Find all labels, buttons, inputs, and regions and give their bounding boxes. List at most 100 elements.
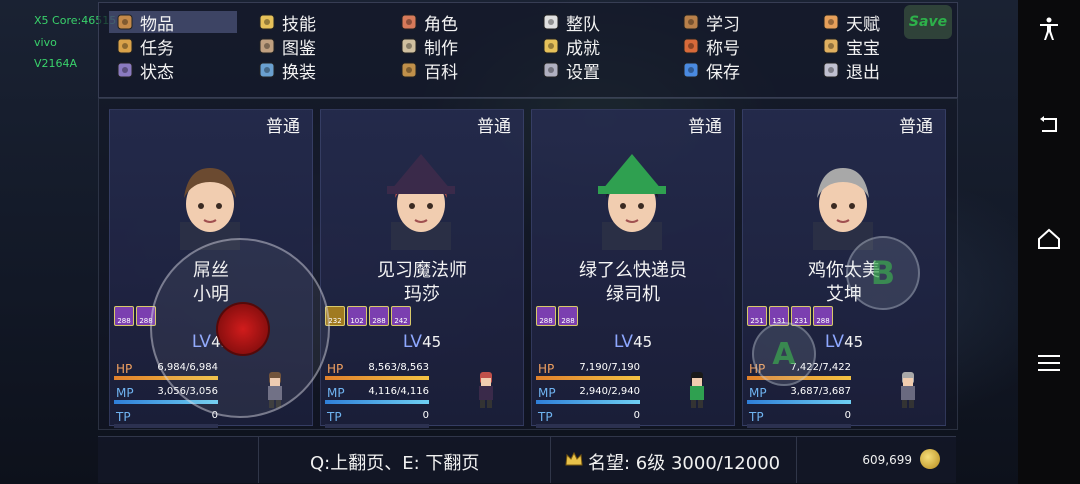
action-button-a[interactable]: A xyxy=(752,322,816,386)
menu-item-4[interactable]: 学习 xyxy=(675,11,803,35)
menu-item-label: 天赋 xyxy=(846,14,880,35)
level-label: LV xyxy=(613,332,634,352)
mp-gauge: MP 2,940/2,940 xyxy=(536,386,640,406)
state-turns: 251 xyxy=(750,317,764,325)
crown-icon xyxy=(565,451,583,466)
state-turns: 288 xyxy=(117,317,131,325)
menu-item-label: 学习 xyxy=(706,14,740,35)
menu-item-13[interactable]: 换装 xyxy=(251,59,379,83)
menu-item-10[interactable]: 称号 xyxy=(675,35,803,59)
mp-fill xyxy=(747,400,851,404)
menu-item-8[interactable]: 制作 xyxy=(393,35,521,59)
menu-icon[interactable] xyxy=(1036,350,1062,376)
menu-item-0[interactable]: 物品 xyxy=(109,11,237,35)
state-badge: 102 xyxy=(347,306,367,326)
tp-gauge: TP 0 xyxy=(325,410,429,430)
menu-item-label: 称号 xyxy=(706,38,740,59)
menu-item-label: 换装 xyxy=(282,62,316,83)
menu-item-1[interactable]: 技能 xyxy=(251,11,379,35)
menu-item-15[interactable]: 设置 xyxy=(535,59,663,83)
state-badge: 251 xyxy=(747,306,767,326)
level-value: 45 xyxy=(844,333,864,351)
mp-value: 3,687/3,687 xyxy=(790,386,851,397)
level-display: LV45 xyxy=(321,332,523,352)
tp-label: TP xyxy=(749,410,764,424)
flag-icon xyxy=(541,13,561,31)
level-label: LV xyxy=(824,332,845,352)
back-icon[interactable] xyxy=(1036,112,1062,138)
character-title: 见习魔法师 xyxy=(377,260,467,281)
talent-icon xyxy=(821,13,841,31)
level-display: LV45 xyxy=(532,332,734,352)
outfit-icon xyxy=(257,61,277,79)
quest-icon xyxy=(115,37,135,55)
level-value: 45 xyxy=(633,333,653,351)
state-badge: 288 xyxy=(813,306,833,326)
tp-gauge: TP 0 xyxy=(536,410,640,430)
medal-icon xyxy=(681,37,701,55)
menu-item-2[interactable]: 角色 xyxy=(393,11,521,35)
menu-item-label: 设置 xyxy=(566,62,600,83)
character-portrait xyxy=(180,168,240,250)
mp-label: MP xyxy=(538,386,556,400)
state-turns: 288 xyxy=(561,317,575,325)
menu-item-label: 任务 xyxy=(140,38,174,59)
mp-label: MP xyxy=(749,386,767,400)
pet-icon xyxy=(821,37,841,55)
encyclopedia-icon xyxy=(399,61,419,79)
tp-value: 0 xyxy=(844,410,851,421)
menu-item-6[interactable]: 任务 xyxy=(109,35,237,59)
difficulty-label: 普通 xyxy=(477,117,511,137)
menu-item-7[interactable]: 图鉴 xyxy=(251,35,379,59)
mp-value: 2,940/2,940 xyxy=(579,386,640,397)
hp-gauge: HP 8,563/8,563 xyxy=(325,362,429,382)
mp-value: 4,116/4,116 xyxy=(368,386,429,397)
fame-level: 名望: 6级 3000/12000 xyxy=(588,453,781,474)
party-member-card[interactable]: 普通 绿了么快递员 绿司机 288 288 LV45 HP 7,190/7,190 MP 2,94… xyxy=(531,109,735,428)
hp-value: 7,190/7,190 xyxy=(579,362,640,373)
menu-item-label: 保存 xyxy=(706,62,740,83)
tp-gauge: TP 0 xyxy=(747,410,851,430)
level-value: 45 xyxy=(422,333,442,351)
status-icon xyxy=(115,61,135,79)
page-hint: Q:上翻页、E: 下翻页 xyxy=(310,453,480,474)
character-portrait xyxy=(813,168,873,250)
accessibility-icon[interactable] xyxy=(1036,16,1062,42)
hp-label: HP xyxy=(327,362,344,376)
menu-item-16[interactable]: 保存 xyxy=(675,59,803,83)
menu-item-14[interactable]: 百科 xyxy=(393,59,521,83)
tp-value: 0 xyxy=(422,410,429,421)
mp-fill xyxy=(325,400,429,404)
menu-item-12[interactable]: 状态 xyxy=(109,59,237,83)
home-icon[interactable] xyxy=(1036,226,1062,252)
state-list: 288 288 xyxy=(536,306,578,326)
difficulty-label: 普通 xyxy=(899,117,933,137)
save-badge[interactable]: Save xyxy=(904,5,952,39)
character-sprite xyxy=(479,372,493,408)
menu-item-label: 宝宝 xyxy=(846,38,880,59)
state-turns: 232 xyxy=(328,317,342,325)
state-badge: 288 xyxy=(558,306,578,326)
difficulty-label: 普通 xyxy=(688,117,722,137)
mp-label: MP xyxy=(327,386,345,400)
party-member-card[interactable]: 普通 见习魔法师 玛莎 232 102 288 242 LV45 HP 8,563/8,563 MP… xyxy=(320,109,524,428)
menu-item-9[interactable]: 成就 xyxy=(535,35,663,59)
state-turns: 288 xyxy=(539,317,553,325)
action-button-b[interactable]: B xyxy=(846,236,920,310)
state-badge: 288 xyxy=(536,306,556,326)
state-turns: 288 xyxy=(372,317,386,325)
gold-coin-icon xyxy=(920,449,940,469)
hp-value: 8,563/8,563 xyxy=(368,362,429,373)
joystick-knob[interactable] xyxy=(216,302,270,356)
footer-divider xyxy=(796,437,797,483)
menu-item-label: 技能 xyxy=(282,14,316,35)
menu-item-label: 物品 xyxy=(140,14,174,35)
tp-label: TP xyxy=(538,410,553,424)
hp-fill xyxy=(325,376,429,380)
state-badge: 242 xyxy=(391,306,411,326)
difficulty-label: 普通 xyxy=(266,117,300,137)
menu-item-17[interactable]: 退出 xyxy=(815,59,943,83)
menu-item-3[interactable]: 整队 xyxy=(535,11,663,35)
masks-icon xyxy=(399,13,419,31)
mp-fill xyxy=(536,400,640,404)
